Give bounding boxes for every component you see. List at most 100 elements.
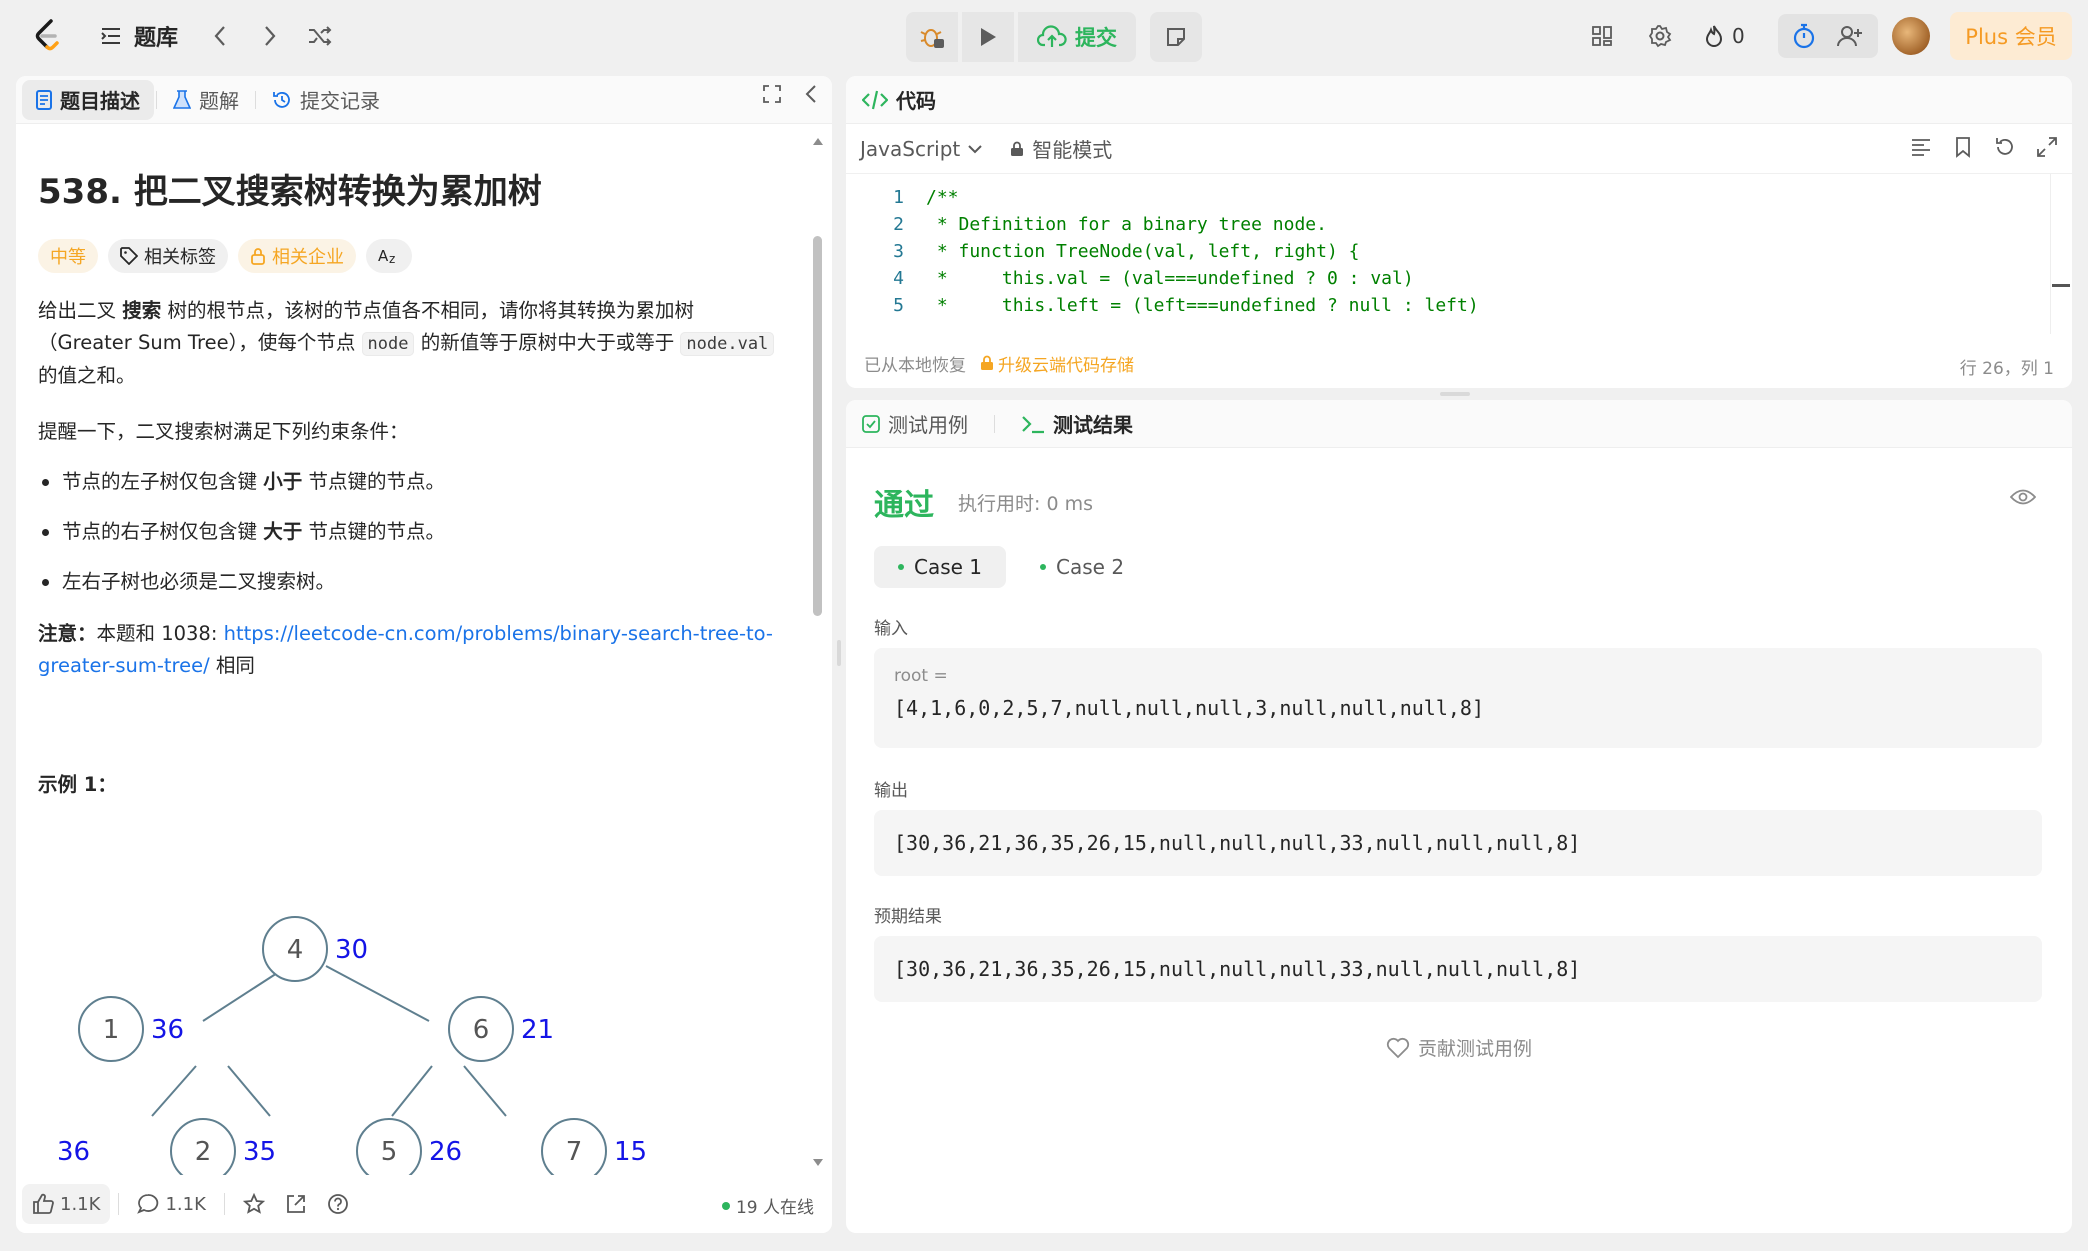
invite-button[interactable]: [1832, 18, 1868, 54]
tab-result[interactable]: 测试结果: [1021, 409, 1133, 438]
tab-separator: [994, 414, 995, 433]
debug-button[interactable]: [906, 12, 958, 62]
expected-label: 预期结果: [874, 907, 942, 927]
contribute-label: 贡献测试用例: [1417, 1038, 1532, 1060]
pass-dot-icon: [1040, 564, 1047, 570]
note-suffix: 相同: [215, 654, 255, 677]
problem-panel: 题目描述 题解 提交记录 538. 把二叉搜索树转换为累加树 中等 相关标签 相…: [16, 76, 832, 1233]
code-header-label: 代码: [896, 89, 936, 113]
horizontal-resize-handle[interactable]: [1440, 392, 1470, 396]
list-item: 左右子树也必须是二叉搜索树。: [38, 566, 783, 598]
tree-node-value: 2: [195, 1137, 212, 1167]
note-text: 本题和 1038:: [96, 622, 218, 645]
code-line: 4 * this.val = (val===undefined ? 0 : va…: [846, 265, 2072, 292]
case-tab-1[interactable]: Case 1: [874, 546, 1007, 588]
expected-value: [30,36,21,36,35,26,15,null,null,null,33,…: [894, 957, 1581, 981]
related-tags-button[interactable]: 相关标签: [108, 239, 228, 273]
scroll-down-arrow-icon[interactable]: [812, 1158, 824, 1168]
comment-icon: [137, 1194, 159, 1214]
tree-node-value: 1: [103, 1015, 120, 1045]
smart-mode-label: 智能模式: [1032, 138, 1113, 162]
submit-button[interactable]: 提交: [1018, 12, 1136, 62]
note-icon: [1167, 28, 1185, 46]
scroll-up-arrow-icon[interactable]: [812, 136, 824, 146]
scrollbar-thumb[interactable]: [813, 236, 822, 616]
smart-mode-toggle[interactable]: 智能模式: [1010, 134, 1112, 163]
tab-description[interactable]: 题目描述: [22, 79, 154, 120]
eye-icon[interactable]: [2010, 488, 2036, 506]
line-content: * this.left = (left===undefined ? null :…: [926, 295, 1479, 316]
case-tab-2[interactable]: Case 2: [1016, 546, 1148, 588]
notes-button[interactable]: [1150, 12, 1202, 62]
run-button[interactable]: [962, 12, 1014, 62]
tree-node-sum: 35: [243, 1137, 276, 1167]
translate-button[interactable]: Az: [366, 239, 412, 273]
bookmark-icon[interactable]: [1952, 136, 1974, 158]
related-companies-button[interactable]: 相关企业: [238, 239, 356, 273]
tab-submissions[interactable]: 提交记录: [258, 80, 394, 120]
translate-icon: Az: [378, 247, 395, 265]
expected-box: [30,36,21,36,35,26,15,null,null,null,33,…: [874, 936, 2042, 1002]
difficulty-badge[interactable]: 中等: [38, 239, 98, 273]
vertical-resize-handle[interactable]: [837, 640, 841, 666]
tab-testcase[interactable]: 测试用例: [862, 409, 968, 438]
avatar[interactable]: [1892, 17, 1930, 55]
editor-scrollbar[interactable]: [2050, 174, 2072, 334]
format-icon[interactable]: [1910, 136, 1932, 158]
streak-counter[interactable]: 0: [1704, 18, 1745, 54]
prev-problem-button[interactable]: [200, 16, 240, 56]
footer-separator: [118, 1193, 120, 1215]
next-problem-button[interactable]: [250, 16, 290, 56]
leetcode-logo-icon[interactable]: [30, 18, 66, 54]
line-content: * function TreeNode(val, left, right) {: [926, 241, 1360, 262]
like-button[interactable]: 1.1K: [22, 1184, 111, 1224]
layout-grid-icon: [1592, 26, 1612, 46]
share-button[interactable]: [275, 1184, 317, 1224]
maximize-icon[interactable]: [762, 84, 782, 104]
bullet-text: 节点键的节点。: [308, 520, 445, 543]
problem-tags: 中等 相关标签 相关企业 Az: [38, 239, 783, 273]
bullet-text: 节点的左子树仅包含键: [62, 470, 258, 493]
plus-member-button[interactable]: Plus 会员: [1950, 12, 2072, 60]
desc-bold: 搜索: [122, 299, 162, 322]
problem-list-nav[interactable]: 题库: [100, 20, 178, 52]
panel-controls: [762, 84, 818, 104]
footer-separator: [223, 1193, 225, 1215]
constraint-list: 节点的左子树仅包含键 小于 节点键的节点。 节点的右子树仅包含键 大于 节点键的…: [38, 466, 783, 598]
code-footer: 已从本地恢复 升级云端代码存储 行 26，列 1: [846, 338, 2072, 388]
help-button[interactable]: [317, 1184, 359, 1224]
tab-separator: [255, 90, 256, 109]
case-label: Case 2: [1056, 555, 1125, 579]
list-item: 节点的左子树仅包含键 小于 节点键的节点。: [38, 466, 783, 498]
chevron-left-icon: [214, 26, 225, 46]
tab-solutions[interactable]: 题解: [159, 80, 253, 120]
settings-button[interactable]: [1640, 16, 1680, 56]
code-icon: [862, 90, 888, 109]
line-content: * this.val = (val===undefined ? 0 : val): [926, 268, 1414, 289]
output-value: [30,36,21,36,35,26,15,null,null,null,33,…: [894, 831, 1581, 855]
collapse-left-icon[interactable]: [804, 84, 818, 104]
tab-solutions-label: 题解: [199, 89, 239, 113]
related-companies-label: 相关企业: [272, 247, 344, 268]
language-select[interactable]: JavaScript: [860, 137, 982, 161]
expand-icon[interactable]: [2036, 136, 2058, 158]
layout-button[interactable]: [1582, 16, 1622, 56]
like-count: 1.1K: [60, 1193, 101, 1215]
favorite-button[interactable]: [233, 1184, 275, 1224]
desc-text: 给出二叉: [38, 299, 117, 322]
upgrade-storage-link[interactable]: 升级云端代码存储: [980, 351, 1134, 376]
flask-icon: [173, 89, 191, 109]
submit-label: 提交: [1075, 26, 1117, 50]
tab-description-label: 题目描述: [60, 89, 140, 113]
comments-button[interactable]: 1.1K: [127, 1184, 215, 1224]
inline-code: node: [361, 332, 415, 356]
contribute-testcase-button[interactable]: 贡献测试用例: [846, 1034, 2072, 1061]
code-editor[interactable]: 1 /** 2 * Definition for a binary tree no…: [846, 174, 2072, 334]
run-submit-group: 提交: [906, 12, 1202, 62]
result-tabs: 测试用例 测试结果: [846, 400, 2072, 448]
bullet-text: 左右子树也必须是二叉搜索树。: [62, 570, 336, 593]
random-problem-button[interactable]: [300, 16, 340, 56]
online-dot-icon: [721, 1201, 730, 1210]
reset-icon[interactable]: [1994, 136, 2016, 158]
timer-button[interactable]: [1786, 18, 1822, 54]
